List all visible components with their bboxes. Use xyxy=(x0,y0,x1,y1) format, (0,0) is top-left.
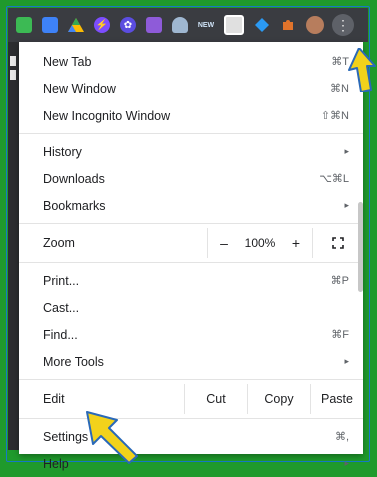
menu-kebab-icon[interactable]: ⋮ xyxy=(332,14,354,36)
menu-item-new-window[interactable]: New Window ⌘N xyxy=(19,75,363,102)
gear-flower-icon[interactable]: ✿ xyxy=(120,17,136,33)
zoom-label: Zoom xyxy=(43,236,75,250)
menu-separator xyxy=(19,133,363,134)
green-square-icon[interactable] xyxy=(16,17,32,33)
purple-bolt-icon[interactable]: ⚡ xyxy=(94,17,110,33)
menu-item-settings[interactable]: Settings ⌘, xyxy=(19,423,363,450)
zoom-out-button[interactable]: – xyxy=(208,235,240,251)
menu-item-find[interactable]: Find... ⌘F xyxy=(19,321,363,348)
fullscreen-icon xyxy=(332,237,344,249)
copy-button[interactable]: Copy xyxy=(247,384,310,414)
chevron-right-icon: ▸ xyxy=(344,200,349,210)
menu-item-print[interactable]: Print... ⌘P xyxy=(19,267,363,294)
profile-avatar[interactable] xyxy=(306,16,324,34)
pointer-arrow-icon xyxy=(348,48,376,92)
menu-separator xyxy=(19,379,363,380)
paste-button[interactable]: Paste xyxy=(310,384,363,414)
menu-item-new-tab[interactable]: New Tab ⌘T xyxy=(19,48,363,75)
blue-window-icon[interactable] xyxy=(42,17,58,33)
zoom-control: – 100% + xyxy=(207,228,312,258)
chevron-right-icon: ▸ xyxy=(344,458,349,468)
diamond-icon[interactable] xyxy=(254,17,270,33)
menu-item-bookmarks[interactable]: Bookmarks ▸ xyxy=(19,192,363,219)
zoom-in-button[interactable]: + xyxy=(280,235,312,251)
zoom-row: Zoom – 100% + xyxy=(19,228,363,258)
edit-row: Edit Cut Copy Paste xyxy=(19,384,363,414)
purple-square-icon[interactable] xyxy=(146,17,162,33)
menu-separator xyxy=(19,418,363,419)
edit-label: Edit xyxy=(43,392,65,406)
cloud-icon[interactable] xyxy=(172,17,188,33)
menu-separator xyxy=(19,262,363,263)
menu-item-more-tools[interactable]: More Tools ▸ xyxy=(19,348,363,375)
chrome-main-menu: New Tab ⌘T New Window ⌘N New Incognito W… xyxy=(19,42,363,471)
menu-item-new-incognito-window[interactable]: New Incognito Window ⇧⌘N xyxy=(19,102,363,129)
puzzle-icon[interactable] xyxy=(280,17,296,33)
menu-separator xyxy=(19,223,363,224)
menu-item-history[interactable]: History ▸ xyxy=(19,138,363,165)
menu-item-downloads[interactable]: Downloads ⌥⌘L xyxy=(19,165,363,192)
drive-icon[interactable] xyxy=(68,17,84,33)
chevron-right-icon: ▸ xyxy=(344,356,349,366)
fullscreen-button[interactable] xyxy=(312,228,363,258)
browser-toolbar: ⚡ ✿ NEW ⋮ xyxy=(8,8,368,42)
menu-item-cast[interactable]: Cast... xyxy=(19,294,363,321)
pointer-arrow-icon xyxy=(86,411,138,464)
camera-icon[interactable] xyxy=(224,15,244,35)
menu-scrollbar[interactable] xyxy=(358,202,363,292)
chevron-right-icon: ▸ xyxy=(344,146,349,156)
new-badge-icon[interactable]: NEW xyxy=(198,17,214,33)
zoom-level: 100% xyxy=(244,236,276,250)
menu-item-help[interactable]: Help ▸ xyxy=(19,450,363,477)
cut-button[interactable]: Cut xyxy=(184,384,247,414)
